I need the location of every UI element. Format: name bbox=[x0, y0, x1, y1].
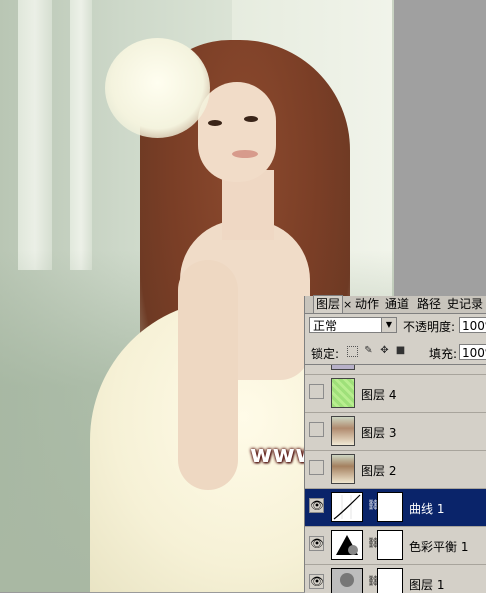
visibility-toggle[interactable] bbox=[309, 460, 324, 475]
lock-brush-icon[interactable]: ✎ bbox=[363, 345, 374, 356]
opacity-input[interactable]: 100% bbox=[459, 317, 486, 333]
curves-icon bbox=[331, 492, 363, 522]
layer-thumbnail bbox=[331, 454, 355, 484]
layers-panel: 图层 × 动作 通道 路径 史记录 正常 ▼ 不透明度: 100% 锁定: ✎ … bbox=[304, 295, 486, 593]
background-pillar bbox=[18, 0, 52, 270]
color-balance-icon bbox=[331, 530, 363, 560]
chevron-down-icon[interactable]: ▼ bbox=[381, 318, 396, 332]
layer-name: 图层 4 bbox=[361, 388, 397, 402]
layer-row[interactable]: 图层 4 bbox=[305, 375, 486, 413]
lock-row: 锁定: ✎ ✥ ■ 填充: 100% bbox=[305, 342, 486, 362]
blend-row: 正常 ▼ 不透明度: 100% bbox=[305, 316, 486, 336]
tab-history[interactable]: 史记录 bbox=[447, 296, 483, 313]
fill-label: 填充: bbox=[429, 347, 458, 361]
lock-transparent-icon[interactable] bbox=[347, 346, 358, 357]
layer-mask[interactable] bbox=[377, 492, 403, 522]
eye-icon[interactable]: 👁 bbox=[309, 574, 324, 589]
layer-name: 图层 1 bbox=[409, 578, 445, 592]
lock-move-icon[interactable]: ✥ bbox=[379, 345, 390, 356]
tab-channels[interactable]: 通道 bbox=[385, 296, 409, 313]
layers-list: 图层 4 图层 3 图层 2 👁 ⛓ 曲线 1 👁 ⛓ 色彩平衡 1 👁 ⛓ 图… bbox=[305, 364, 486, 593]
layer-row-selected[interactable]: 👁 ⛓ 曲线 1 bbox=[305, 489, 486, 527]
layer-name: 图层 2 bbox=[361, 464, 397, 478]
layer-name: 曲线 1 bbox=[409, 502, 445, 516]
layer-mask[interactable] bbox=[377, 530, 403, 560]
layer-name: 色彩平衡 1 bbox=[409, 540, 469, 554]
tab-close-icon[interactable]: × bbox=[343, 296, 352, 313]
visibility-toggle[interactable] bbox=[309, 422, 324, 437]
background-pillar bbox=[70, 0, 92, 270]
layer-row[interactable]: 图层 2 bbox=[305, 451, 486, 489]
panel-tabs: 图层 × 动作 通道 路径 史记录 bbox=[305, 295, 486, 314]
blend-mode-select[interactable]: 正常 ▼ bbox=[309, 317, 397, 333]
eye-icon[interactable]: 👁 bbox=[309, 536, 324, 551]
layer-row[interactable]: 图层 3 bbox=[305, 413, 486, 451]
blend-mode-value: 正常 bbox=[313, 319, 338, 333]
layer-mask[interactable] bbox=[377, 568, 403, 593]
layer-row-partial[interactable] bbox=[305, 365, 486, 375]
lock-label: 锁定: bbox=[311, 347, 340, 361]
layer-thumbnail bbox=[331, 568, 363, 593]
visibility-toggle[interactable] bbox=[309, 384, 324, 399]
layer-thumbnail bbox=[331, 378, 355, 408]
fill-input[interactable]: 100% bbox=[459, 344, 486, 360]
arm bbox=[178, 260, 238, 490]
lips bbox=[232, 150, 258, 158]
opacity-label: 不透明度: bbox=[403, 320, 456, 334]
tab-layers[interactable]: 图层 bbox=[313, 295, 344, 313]
tab-actions[interactable]: 动作 bbox=[355, 296, 379, 313]
layer-row[interactable]: 👁 ⛓ 色彩平衡 1 bbox=[305, 527, 486, 565]
layer-thumbnail bbox=[331, 416, 355, 446]
eye bbox=[208, 120, 222, 126]
lock-all-icon[interactable]: ■ bbox=[395, 345, 406, 356]
eye-icon[interactable]: 👁 bbox=[309, 498, 324, 513]
tab-paths[interactable]: 路径 bbox=[417, 296, 441, 313]
layer-row[interactable]: 👁 ⛓ 图层 1 bbox=[305, 565, 486, 593]
layer-thumbnail bbox=[331, 365, 355, 370]
layer-name: 图层 3 bbox=[361, 426, 397, 440]
eye bbox=[244, 116, 258, 122]
face bbox=[198, 82, 276, 182]
hair-flower bbox=[105, 38, 210, 138]
